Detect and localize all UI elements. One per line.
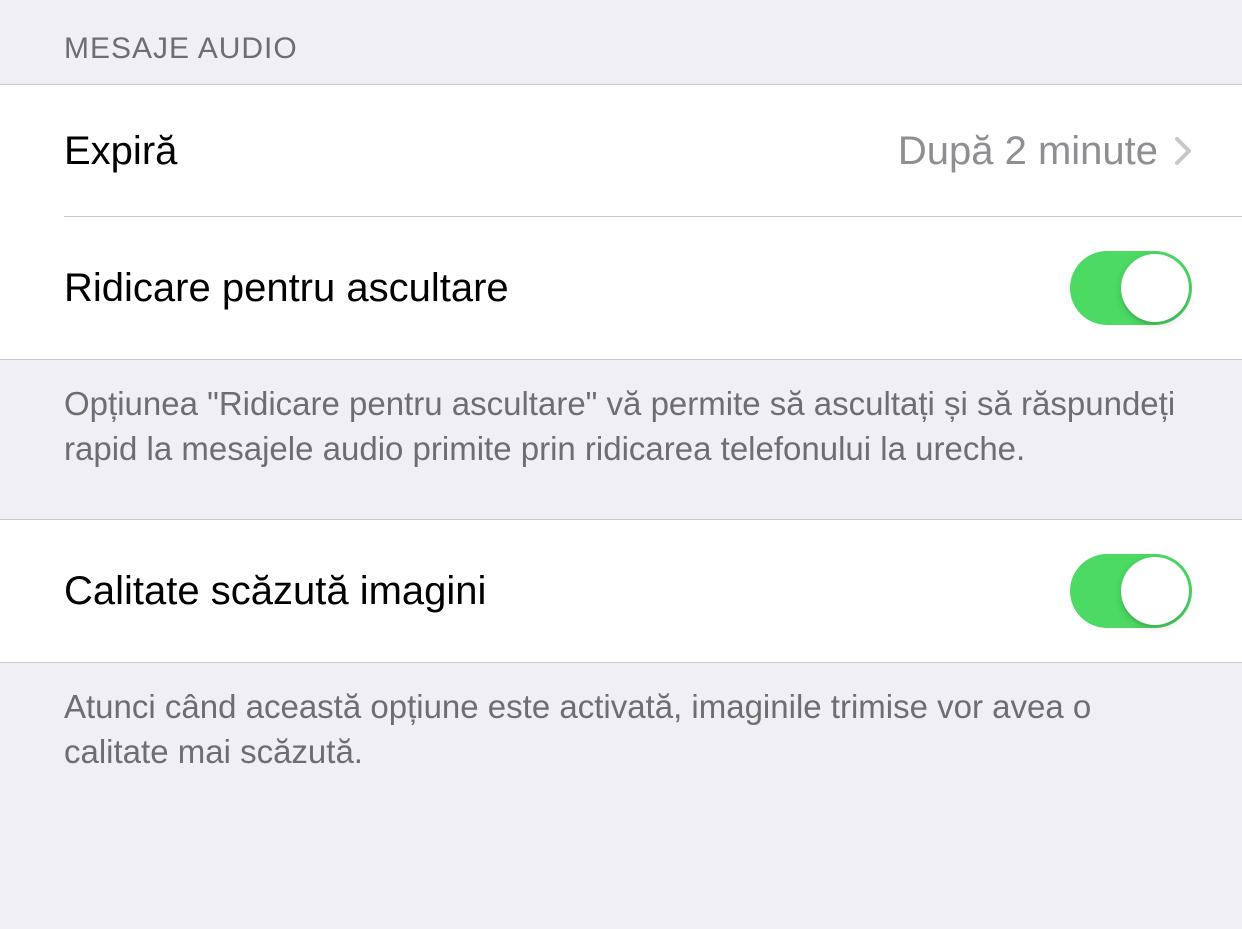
toggle-knob bbox=[1121, 557, 1189, 625]
low-quality-images-toggle[interactable] bbox=[1070, 554, 1192, 628]
expire-value: După 2 minute bbox=[898, 129, 1158, 174]
chevron-right-icon bbox=[1174, 136, 1192, 166]
settings-group-images: Calitate scăzută imagini bbox=[0, 519, 1242, 663]
low-quality-images-label: Calitate scăzută imagini bbox=[64, 569, 486, 614]
section-footer-low-quality: Atunci când această opțiune este activat… bbox=[0, 663, 1242, 822]
toggle-knob bbox=[1121, 254, 1189, 322]
raise-to-listen-toggle[interactable] bbox=[1070, 251, 1192, 325]
raise-to-listen-label: Ridicare pentru ascultare bbox=[64, 266, 509, 311]
raise-to-listen-row: Ridicare pentru ascultare bbox=[0, 217, 1242, 359]
low-quality-images-row: Calitate scăzută imagini bbox=[0, 520, 1242, 662]
expire-label: Expiră bbox=[64, 129, 177, 174]
expire-row[interactable]: Expiră După 2 minute bbox=[0, 85, 1242, 217]
section-footer-raise-to-listen: Opțiunea "Ridicare pentru ascultare" vă … bbox=[0, 360, 1242, 519]
expire-value-wrap: După 2 minute bbox=[898, 129, 1192, 174]
section-header-audio-messages: Mesaje audio bbox=[0, 0, 1242, 84]
settings-group-audio: Expiră După 2 minute Ridicare pentru asc… bbox=[0, 84, 1242, 360]
